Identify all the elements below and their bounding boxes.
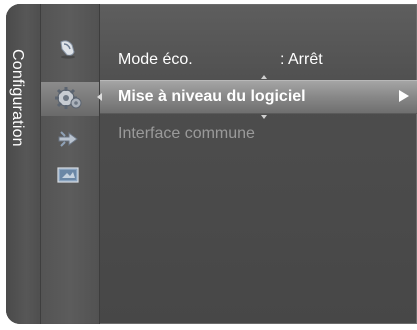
selection-pointer-icon bbox=[97, 93, 102, 101]
tv-osd-frame: Configuration Mode éco.: Arrêt Mise à n… bbox=[0, 0, 417, 330]
scroll-up-icon bbox=[261, 75, 267, 79]
menu-item-label: Mise à niveau du logiciel bbox=[118, 88, 306, 105]
menu-item-value: : Arrêt bbox=[280, 51, 323, 68]
application-icon[interactable] bbox=[55, 164, 81, 186]
setup-category-selected[interactable] bbox=[41, 82, 99, 116]
submenu-arrow-icon bbox=[399, 90, 409, 102]
category-icon-column bbox=[41, 4, 100, 324]
setup-gear-icon bbox=[55, 87, 82, 109]
menu-item-label: Mode éco. bbox=[118, 51, 193, 68]
setup-menu: Mode éco. : Arrêt Mise à niveau du logic… bbox=[97, 4, 417, 324]
input-icon[interactable] bbox=[55, 128, 81, 150]
menu-item-label: Interface commune bbox=[118, 125, 255, 142]
menu-item-eco-mode[interactable]: Mode éco. : Arrêt bbox=[100, 44, 417, 76]
menu-title: Configuration bbox=[9, 49, 26, 147]
menu-title-strip: Configuration bbox=[6, 4, 41, 324]
settings-panel: Configuration Mode éco.: Arrêt Mise à n… bbox=[6, 4, 417, 324]
picture-icon[interactable] bbox=[55, 38, 81, 60]
menu-item-software-upgrade[interactable]: Mise à niveau du logiciel bbox=[97, 75, 417, 119]
menu-item-common-interface: Interface commune bbox=[100, 118, 417, 150]
